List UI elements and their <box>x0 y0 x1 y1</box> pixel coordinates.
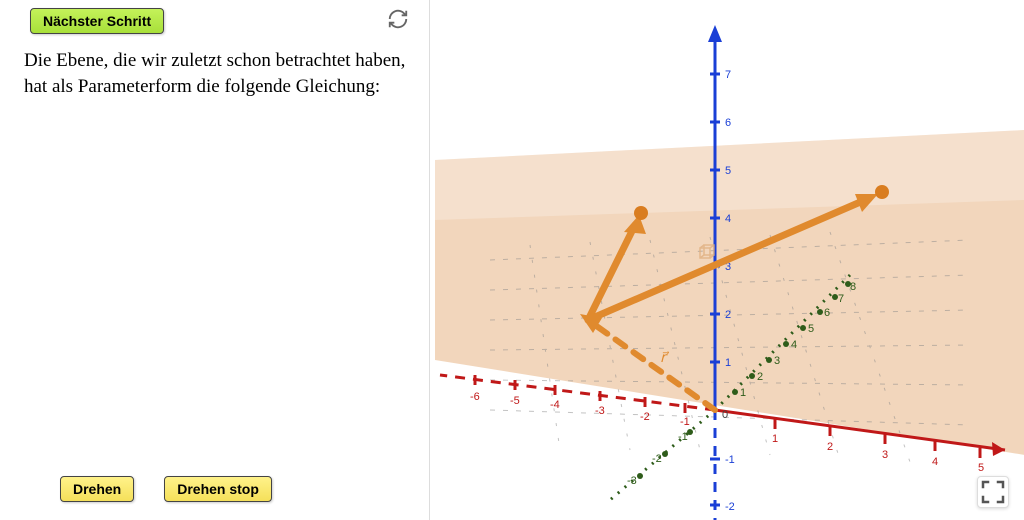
rotate-stop-button[interactable]: Drehen stop <box>164 476 272 502</box>
y-tick-label: 6 <box>824 307 830 319</box>
z-tick-label: -1 <box>725 454 735 466</box>
reset-icon[interactable] <box>387 8 409 30</box>
z-tick-label: -2 <box>725 501 735 513</box>
y-tick-label: 4 <box>791 339 797 351</box>
app-container: Nächster Schritt Die Ebene, die wir zule… <box>0 0 1024 520</box>
y-tick-label: 2 <box>757 371 763 383</box>
y-tick-label: 1 <box>740 387 746 399</box>
x-tick-label: -3 <box>595 405 605 417</box>
x-tick-label: 3 <box>882 449 888 461</box>
z-tick-label: 6 <box>725 117 731 129</box>
x-tick-label: -5 <box>510 395 520 407</box>
three-d-view[interactable]: -6 -5 -4 -3 -2 -1 1 2 3 4 5 <box>430 0 1024 520</box>
y-tick-label: -2 <box>652 453 662 465</box>
origin-label: 0 <box>722 409 728 421</box>
y-tick-label: 8 <box>850 281 856 293</box>
fullscreen-button[interactable] <box>977 476 1009 508</box>
z-tick-label: 1 <box>725 357 731 369</box>
x-tick-label: -2 <box>640 411 650 423</box>
bottom-button-group: Drehen Drehen stop <box>60 476 272 502</box>
fullscreen-icon <box>978 477 1008 507</box>
x-tick-label: -4 <box>550 399 560 411</box>
y-tick-label: -3 <box>627 475 637 487</box>
x-tick-label: -1 <box>680 416 690 428</box>
z-tick-label: 7 <box>725 69 731 81</box>
x-tick-label: 4 <box>932 456 938 468</box>
y-tick-label: 5 <box>808 323 814 335</box>
y-tick-label: 7 <box>838 293 844 305</box>
z-tick-label: 2 <box>725 309 731 321</box>
three-d-scene: -6 -5 -4 -3 -2 -1 1 2 3 4 5 <box>430 0 1024 520</box>
description-text: Die Ebene, die wir zuletzt schon betrach… <box>24 48 409 99</box>
rotate-button[interactable]: Drehen <box>60 476 134 502</box>
x-tick-label: 2 <box>827 441 833 453</box>
x-tick-label: -6 <box>470 391 480 403</box>
y-tick-label: 3 <box>774 355 780 367</box>
x-tick-label: 5 <box>978 462 984 474</box>
left-panel: Nächster Schritt Die Ebene, die wir zule… <box>0 0 430 520</box>
z-tick-label: 5 <box>725 165 731 177</box>
z-tick-label: 4 <box>725 213 731 225</box>
x-tick-label: 1 <box>772 433 778 445</box>
next-step-button[interactable]: Nächster Schritt <box>30 8 164 34</box>
y-tick-label: -1 <box>678 431 688 443</box>
